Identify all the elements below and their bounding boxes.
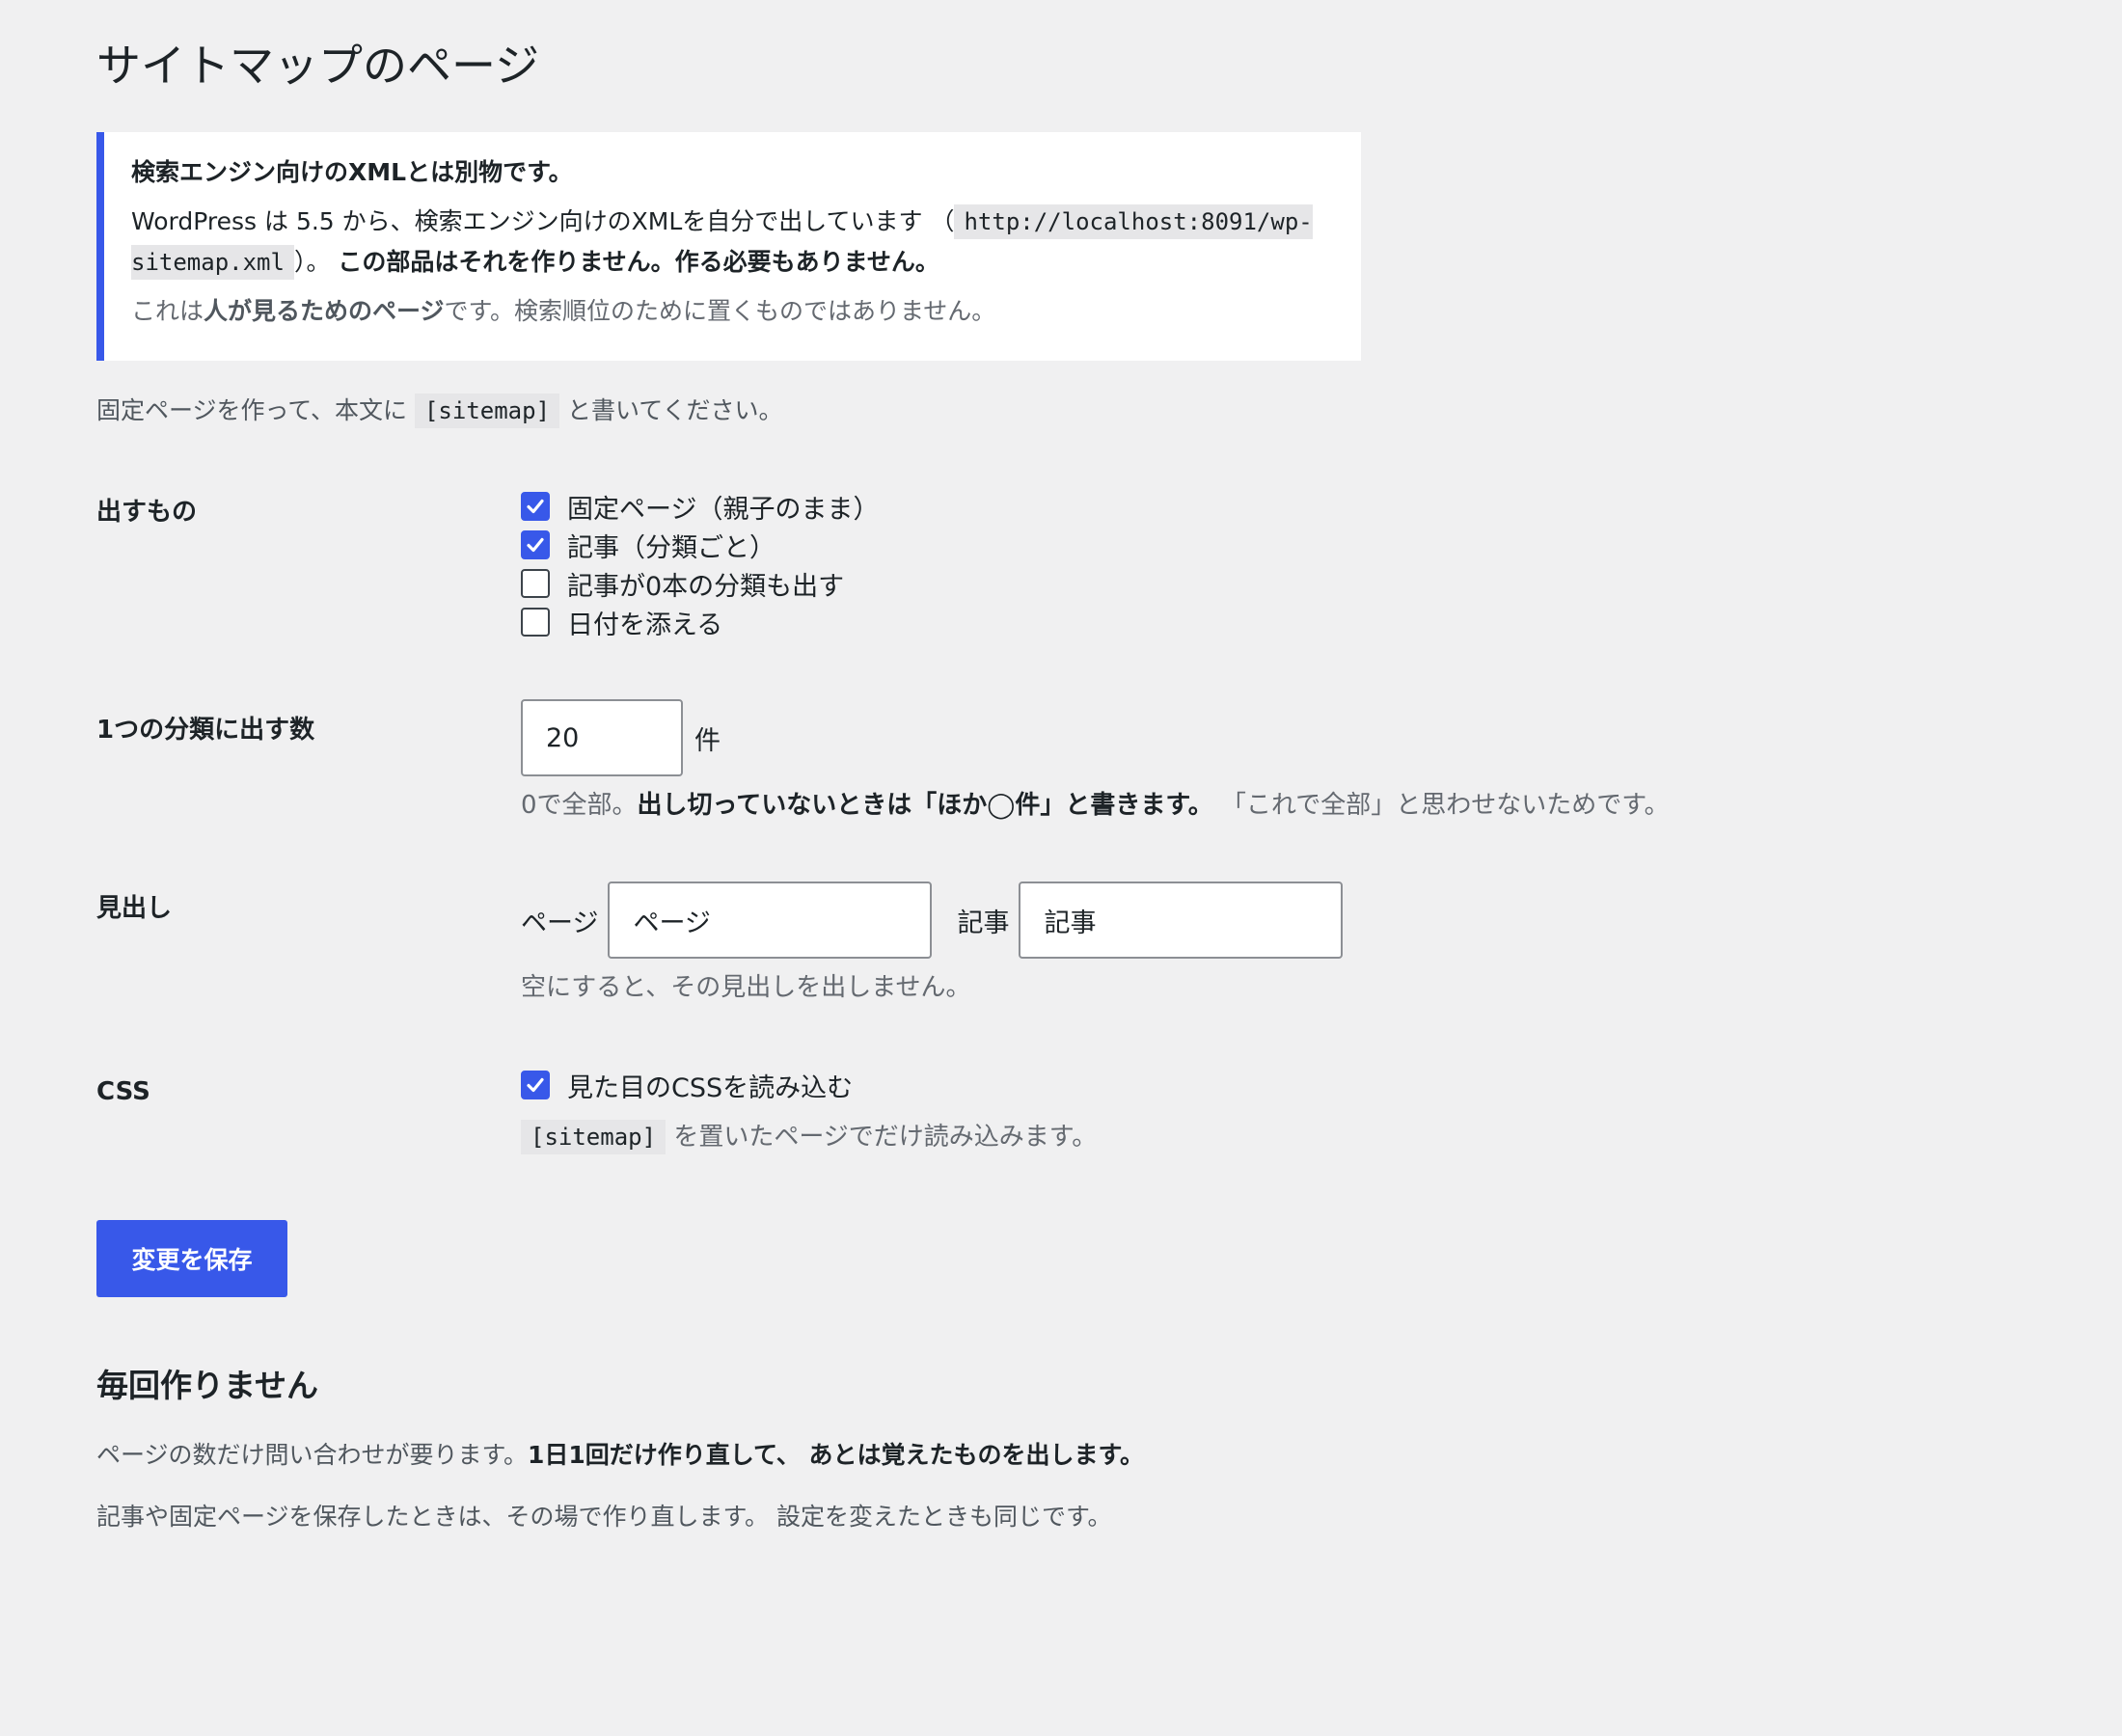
notice-body: WordPress は 5.5 から、検索エンジン向けのXMLを自分で出していま… [131, 202, 1332, 283]
checkbox-empty-categories[interactable] [521, 569, 550, 598]
page-heading-input[interactable] [608, 882, 933, 959]
option-load-css-label: 見た目のCSSを読み込む [567, 1072, 854, 1103]
output-items-label: 出すもの [96, 498, 198, 527]
per-category-unit: 件 [694, 725, 721, 756]
notice-body-strong: この部品はそれを作りません。作る必要もありません。 [338, 248, 939, 276]
intro-suffix: と書いてください。 [566, 396, 783, 424]
per-category-field: 件 0で全部。出し切っていないときは「ほか◯件」と書きます。 「これで全部」と思… [521, 699, 1670, 825]
intro-text: 固定ページを作って、本文に [sitemap] と書いてください。 [96, 392, 782, 430]
per-category-desc-prefix: 0で全部。 [521, 791, 638, 820]
notice-body-mid: ）。 [293, 248, 331, 276]
per-category-label: 1つの分類に出す数 [96, 716, 315, 745]
option-empty-categories[interactable]: 記事が0本の分類も出す [521, 564, 879, 603]
cache-p1-prefix: ページの数だけ問い合わせが要ります。 [96, 1441, 529, 1469]
css-shortcode: [sitemap] [521, 1120, 667, 1154]
headings-row: ページ 記事 [521, 882, 1344, 959]
checkmark-icon [527, 1077, 544, 1093]
headings-label: 見出し [96, 894, 173, 923]
option-dates[interactable]: 日付を添える [521, 603, 879, 641]
info-notice: 検索エンジン向けのXMLとは別物です。 WordPress は 5.5 から、検… [96, 132, 1361, 361]
notice-note-strong: 人が見るためのページ [204, 297, 445, 325]
checkbox-posts[interactable] [521, 530, 550, 559]
output-items-group: 固定ページ（親子のまま） 記事（分類ごと） 記事が0本の分類も出す 日付を添える [521, 487, 879, 641]
per-category-desc: 0で全部。出し切っていないときは「ほか◯件」と書きます。 「これで全部」と思わせ… [521, 786, 1670, 825]
option-load-css[interactable]: 見た目のCSSを読み込む [521, 1066, 1097, 1104]
checkbox-pages[interactable] [521, 492, 550, 521]
option-dates-label: 日付を添える [567, 610, 723, 640]
checkbox-load-css[interactable] [521, 1071, 550, 1099]
notice-note-suffix: です。検索順位のために置くものではありません。 [444, 297, 996, 325]
cache-section-title: 毎回作りません [96, 1367, 319, 1404]
intro-prefix: 固定ページを作って、本文に [96, 396, 408, 424]
notice-title: 検索エンジン向けのXMLとは別物です。 [131, 158, 573, 186]
checkmark-icon [527, 499, 544, 514]
headings-desc: 空にすると、その見出しを出しません。 [521, 973, 971, 1002]
css-desc: [sitemap] を置いたページでだけ読み込みます。 [521, 1118, 1097, 1156]
notice-note-prefix: これは [131, 297, 204, 325]
shortcode: [sitemap] [414, 393, 560, 428]
page-title: サイトマップのページ [96, 40, 540, 92]
headings-field: ページ 記事 空にすると、その見出しを出しません。 [521, 882, 1344, 1007]
cache-paragraph-1: ページの数だけ問い合わせが要ります。1日1回だけ作り直して、 あとは覚えたものを… [96, 1436, 1144, 1475]
page-heading-label: ページ [521, 908, 599, 938]
checkbox-dates[interactable] [521, 608, 550, 637]
per-category-input[interactable] [521, 699, 683, 776]
option-posts-label: 記事（分類ごと） [567, 532, 775, 563]
css-desc-suffix: を置いたページでだけ読み込みます。 [673, 1123, 1098, 1152]
css-field: 見た目のCSSを読み込む [sitemap] を置いたページでだけ読み込みます。 [521, 1066, 1097, 1156]
notice-note: これは人が見るためのページです。検索順位のために置くものではありません。 [131, 292, 1332, 331]
per-category-row: 件 [521, 699, 1670, 776]
option-posts[interactable]: 記事（分類ごと） [521, 526, 879, 564]
option-pages-label: 固定ページ（親子のまま） [567, 494, 880, 525]
per-category-desc-strong: 出し切っていないときは「ほか◯件」と書きます。 [637, 791, 1213, 820]
post-heading-input[interactable] [1019, 882, 1344, 959]
post-heading-label: 記事 [957, 908, 1010, 938]
cache-paragraph-2: 記事や固定ページを保存したときは、その場で作り直します。 設定を変えたときも同じ… [96, 1503, 1112, 1531]
save-changes-button[interactable]: 変更を保存 [96, 1220, 287, 1297]
checkmark-icon [527, 537, 544, 553]
option-empty-categories-label: 記事が0本の分類も出す [567, 571, 845, 602]
css-label: CSS [96, 1077, 150, 1106]
option-pages[interactable]: 固定ページ（親子のまま） [521, 487, 879, 526]
cache-p1-strong: 1日1回だけ作り直して、 あとは覚えたものを出します。 [528, 1441, 1145, 1469]
per-category-desc-suffix: 「これで全部」と思わせないためです。 [1221, 791, 1670, 820]
notice-body-prefix: WordPress は 5.5 から、検索エンジン向けのXMLを自分で出していま… [131, 207, 955, 235]
